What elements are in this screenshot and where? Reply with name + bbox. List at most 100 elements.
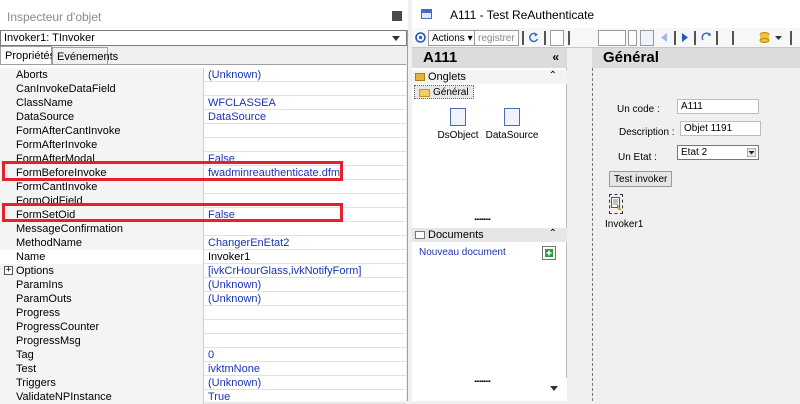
- form-canvas[interactable]: [592, 68, 800, 401]
- documents-label: Documents: [428, 229, 484, 241]
- object-header: A111 «: [412, 48, 567, 68]
- invoker-label: Invoker1: [605, 219, 644, 230]
- description-input[interactable]: Objet 1191: [680, 121, 761, 136]
- target-icon[interactable]: [415, 32, 426, 43]
- property-value[interactable]: (Unknown): [205, 292, 406, 306]
- add-document-icon[interactable]: [542, 246, 556, 260]
- property-row[interactable]: ProgressMsg: [0, 334, 406, 348]
- invoker-component[interactable]: [609, 194, 623, 214]
- refresh-icon[interactable]: [528, 32, 539, 43]
- property-name: ParamIns: [0, 278, 204, 292]
- property-value[interactable]: DataSource: [205, 110, 406, 124]
- property-row[interactable]: Tag 0: [0, 348, 406, 362]
- designer-title: A111 - Test ReAuthenticate: [412, 0, 800, 28]
- property-value[interactable]: [205, 222, 406, 236]
- onglets-section-header[interactable]: Onglets ⌃: [412, 70, 567, 84]
- property-value[interactable]: [ivkCrHourGlass,ivkNotifyForm]: [205, 264, 406, 278]
- panel-splitter[interactable]: [567, 48, 592, 401]
- property-row[interactable]: ParamIns (Unknown): [0, 278, 406, 292]
- property-row[interactable]: Options [ivkCrHourGlass,ivkNotifyForm] +: [0, 264, 406, 278]
- property-row[interactable]: Triggers (Unknown): [0, 376, 406, 390]
- property-value[interactable]: True: [205, 390, 406, 404]
- property-name: Options: [0, 264, 204, 278]
- property-row[interactable]: Aborts (Unknown): [0, 68, 406, 82]
- property-row[interactable]: ValidateNPInstance True: [0, 390, 406, 404]
- toolbar-separator: [732, 31, 734, 45]
- collapse-section-icon[interactable]: ⌃: [549, 70, 557, 81]
- tab-properties[interactable]: Propriétés: [0, 46, 55, 65]
- datasource-icon: [504, 108, 520, 126]
- property-row[interactable]: CanInvokeDataField: [0, 82, 406, 96]
- property-value[interactable]: [205, 334, 406, 348]
- property-name: Tag: [0, 348, 204, 362]
- property-row[interactable]: MessageConfirmation: [0, 222, 406, 236]
- property-row[interactable]: Test ivktmNone: [0, 362, 406, 376]
- toolbar-separator: [694, 31, 696, 45]
- database-icon[interactable]: [759, 32, 770, 43]
- expand-icon[interactable]: +: [4, 266, 13, 275]
- nav-move-button[interactable]: [640, 30, 654, 46]
- actions-button[interactable]: Actions ▾: [428, 30, 477, 46]
- property-row[interactable]: FormAfterInvoke: [0, 138, 406, 152]
- chevron-down-icon[interactable]: [550, 386, 558, 391]
- sync-icon[interactable]: [701, 32, 712, 43]
- property-name: ClassName: [0, 96, 204, 110]
- new-document-link[interactable]: Nouveau document: [419, 247, 506, 258]
- property-name: ProgressCounter: [0, 320, 204, 334]
- property-name: CanInvokeDataField: [0, 82, 204, 96]
- test-invoker-button[interactable]: Test invoker: [609, 171, 673, 187]
- component-datasource[interactable]: DataSource: [482, 108, 542, 141]
- etat-select[interactable]: Etat 2: [677, 145, 759, 160]
- property-value[interactable]: [205, 82, 406, 96]
- property-value[interactable]: ivktmNone: [205, 362, 406, 376]
- object-selector[interactable]: Invoker1: TInvoker: [0, 30, 407, 46]
- chevron-down-icon[interactable]: [773, 32, 784, 43]
- field-dropdown[interactable]: [598, 30, 626, 46]
- property-value[interactable]: [205, 138, 406, 152]
- property-row[interactable]: FormAfterCantInvoke: [0, 124, 406, 138]
- object-selector-value: Invoker1: TInvoker: [4, 32, 95, 44]
- property-value[interactable]: [205, 320, 406, 334]
- property-value[interactable]: [205, 306, 406, 320]
- documents-section-header[interactable]: Documents ⌃: [412, 228, 567, 242]
- nav-prev-button[interactable]: [628, 30, 637, 46]
- property-value[interactable]: (Unknown): [205, 278, 406, 292]
- property-row[interactable]: MethodName ChangerEnEtat2: [0, 236, 406, 250]
- property-row[interactable]: FormCantInvoke: [0, 180, 406, 194]
- property-value[interactable]: Invoker1: [205, 250, 406, 264]
- property-grid: Aborts (Unknown) CanInvokeDataField ClassNa…: [0, 64, 406, 404]
- code-input[interactable]: A111: [677, 99, 759, 114]
- property-row[interactable]: Progress: [0, 306, 406, 320]
- chevron-down-icon[interactable]: [747, 148, 756, 157]
- property-row[interactable]: ParamOuts (Unknown): [0, 292, 406, 306]
- property-row[interactable]: Name Invoker1: [0, 250, 406, 264]
- property-row[interactable]: DataSource DataSource: [0, 110, 406, 124]
- property-name: ValidateNPInstance: [0, 390, 204, 404]
- splitter-grip[interactable]: .........: [474, 374, 491, 385]
- property-value[interactable]: WFCLASSEA: [205, 96, 406, 110]
- tree-item-label: Général: [433, 87, 469, 98]
- property-row[interactable]: ProgressCounter: [0, 320, 406, 334]
- property-value[interactable]: (Unknown): [205, 68, 406, 82]
- description-label: Description :: [619, 127, 675, 138]
- property-value[interactable]: [205, 124, 406, 138]
- close-icon[interactable]: [392, 11, 402, 21]
- arrow-right-icon[interactable]: [679, 32, 690, 43]
- collapse-section-icon[interactable]: ⌃: [549, 228, 557, 239]
- tree-item-general[interactable]: Général: [414, 85, 474, 99]
- invoker-icon: [611, 197, 622, 211]
- property-value[interactable]: 0: [205, 348, 406, 362]
- property-value[interactable]: ChangerEnEtat2: [205, 236, 406, 250]
- arrow-left-icon[interactable]: [659, 32, 670, 43]
- chevron-down-icon[interactable]: [392, 36, 400, 41]
- tab-events[interactable]: Evénements: [52, 47, 118, 64]
- collapse-left-icon[interactable]: «: [552, 50, 559, 64]
- first-button[interactable]: [550, 30, 564, 46]
- property-value[interactable]: (Unknown): [205, 376, 406, 390]
- property-row[interactable]: ClassName WFCLASSEA: [0, 96, 406, 110]
- property-value[interactable]: [205, 180, 406, 194]
- register-button[interactable]: registrer: [474, 30, 519, 46]
- component-dsobject[interactable]: DsObject: [428, 108, 488, 141]
- splitter-grip[interactable]: .........: [474, 212, 491, 223]
- property-name: FormCantInvoke: [0, 180, 204, 194]
